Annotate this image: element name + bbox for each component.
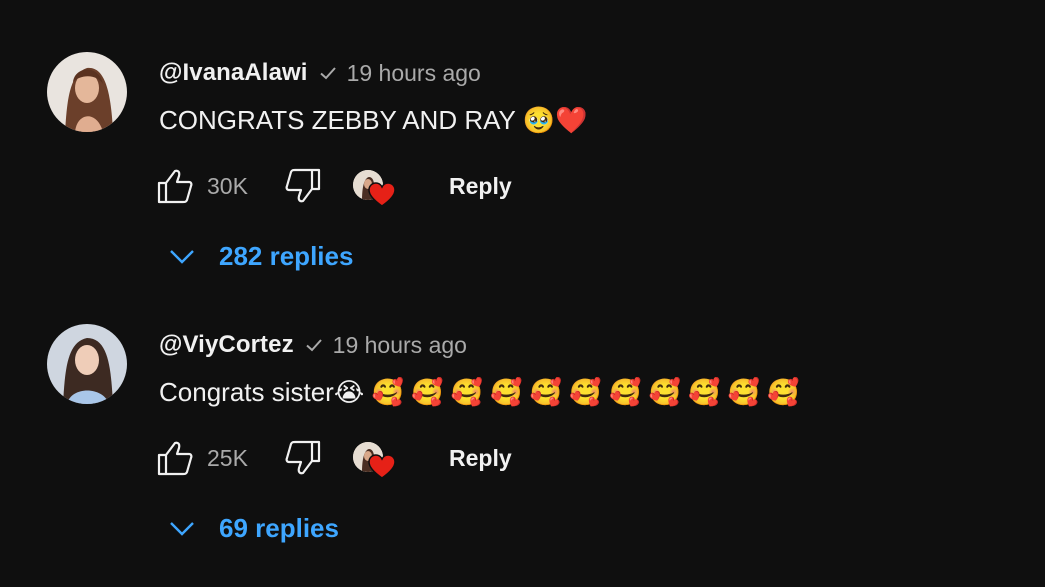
chevron-down-icon (170, 522, 194, 536)
comment-thread: @ViyCortez 19 hours ago Congrats sister😭… (0, 272, 1045, 544)
thumbs-down-icon (285, 440, 321, 475)
author-name[interactable]: @IvanaAlawi (159, 59, 308, 87)
thumbs-down-icon (285, 168, 321, 203)
comment-timestamp[interactable]: 19 hours ago (347, 60, 481, 87)
reply-button[interactable]: Reply (449, 441, 512, 476)
dislike-button[interactable] (283, 438, 323, 478)
like-count: 30K (207, 172, 248, 199)
comments-section: @IvanaAlawi 19 hours ago CONGRATS ZEBBY … (0, 0, 1045, 587)
replies-count-label: 69 replies (219, 512, 339, 543)
view-replies-button[interactable]: 282 replies (166, 236, 353, 276)
heart-icon (368, 182, 396, 208)
avatar[interactable] (47, 324, 127, 404)
reply-button[interactable]: Reply (449, 169, 512, 204)
creator-heart-badge (353, 166, 397, 208)
like-button[interactable] (155, 438, 195, 478)
checkmark-icon (303, 334, 325, 356)
comment-actions: 25K Reply (155, 438, 512, 480)
comment-timestamp[interactable]: 19 hours ago (333, 332, 467, 359)
comment-thread: @IvanaAlawi 19 hours ago CONGRATS ZEBBY … (0, 0, 1045, 272)
heart-icon (368, 454, 396, 480)
chevron-down-icon (170, 250, 194, 264)
checkmark-icon (317, 62, 339, 84)
thumbs-up-icon (157, 169, 193, 204)
avatar[interactable] (47, 52, 127, 132)
view-replies-button[interactable]: 69 replies (166, 508, 339, 548)
like-button[interactable] (155, 166, 195, 206)
comment-header: @IvanaAlawi 19 hours ago (159, 58, 481, 88)
comment-actions: 30K Reply (155, 166, 512, 208)
thumbs-up-icon (157, 441, 193, 476)
dislike-button[interactable] (283, 166, 323, 206)
comment-header: @ViyCortez 19 hours ago (159, 330, 467, 360)
comment-text: CONGRATS ZEBBY AND RAY 🥹❤️ (159, 105, 588, 135)
replies-count-label: 282 replies (219, 240, 354, 271)
comment-text: Congrats sister😭 🥰 🥰 🥰 🥰 🥰 🥰 🥰 🥰 🥰 🥰 🥰 (159, 377, 800, 407)
author-name[interactable]: @ViyCortez (159, 331, 294, 359)
creator-heart-badge (353, 438, 397, 480)
like-count: 25K (207, 444, 248, 471)
